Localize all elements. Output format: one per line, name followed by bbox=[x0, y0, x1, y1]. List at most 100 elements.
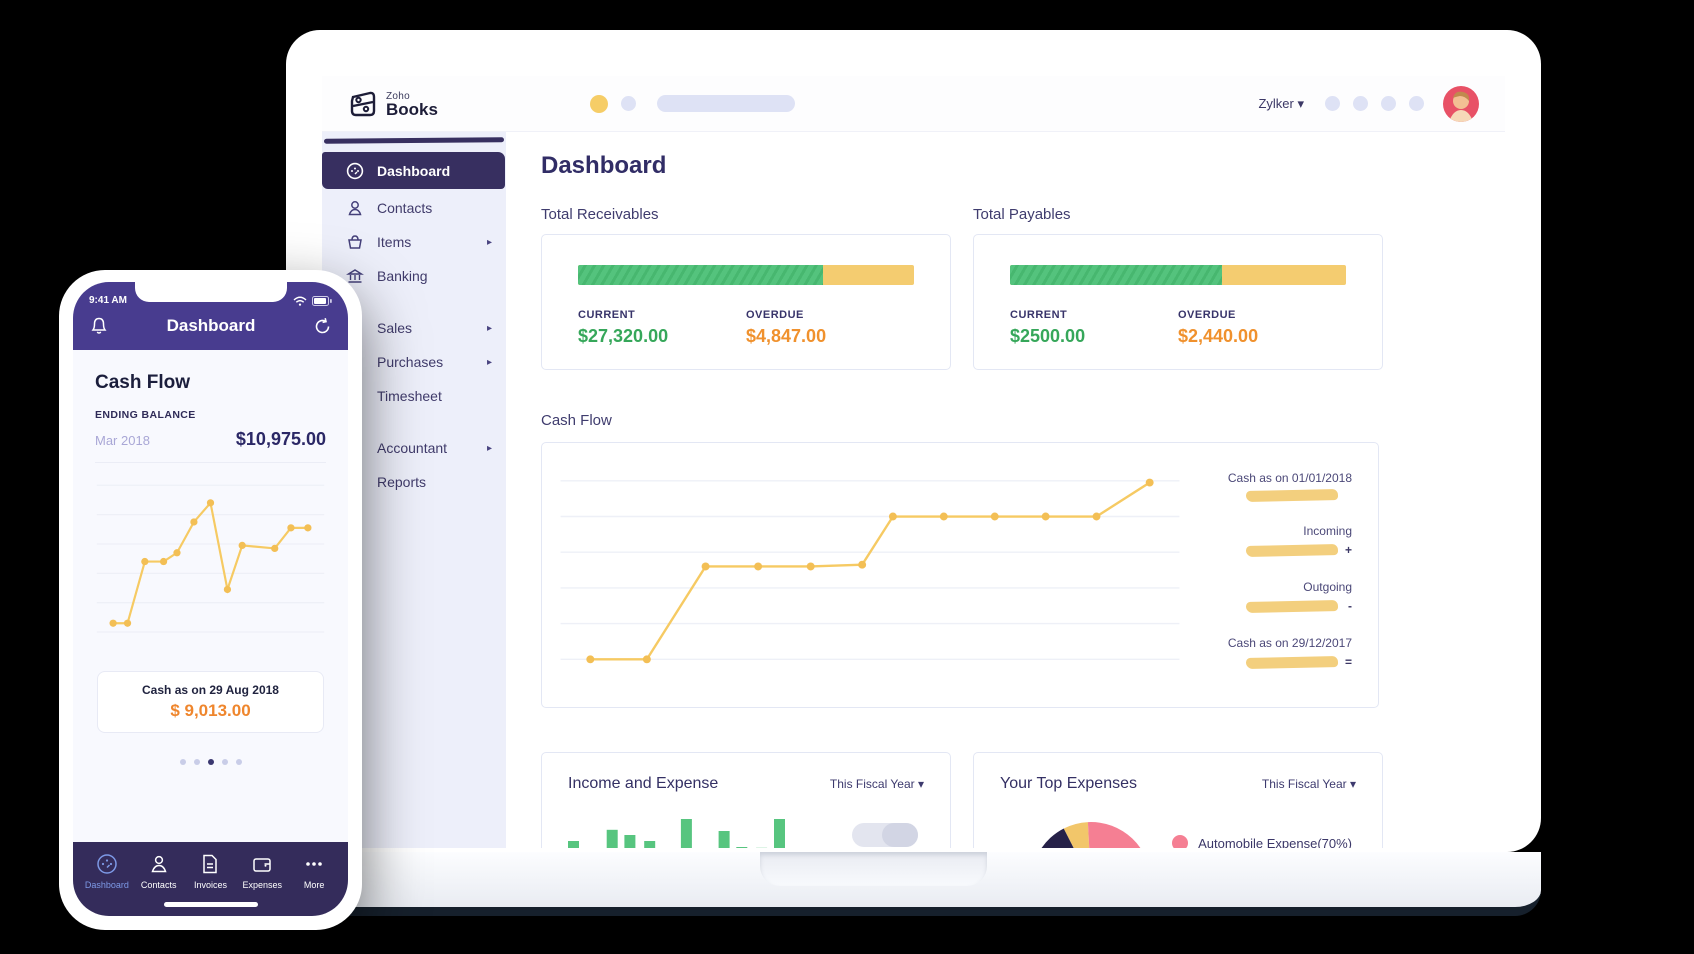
phone-screen: 9:41 AM bbox=[73, 282, 348, 916]
person-icon bbox=[346, 199, 364, 217]
income-expense-card: Income and Expense This Fiscal Year ▾ bbox=[541, 752, 951, 848]
current-value: $27,320.00 bbox=[578, 326, 746, 347]
toggle-knob bbox=[882, 823, 918, 847]
sidebar-item-label: Dashboard bbox=[377, 163, 450, 179]
user-avatar[interactable] bbox=[1443, 86, 1479, 122]
top-expenses-title: Your Top Expenses bbox=[1000, 775, 1137, 793]
pie-legend-item: Automobile Expense(70%) bbox=[1172, 835, 1352, 848]
legend-label: Automobile Expense(70%) bbox=[1198, 836, 1352, 849]
carousel-dot[interactable] bbox=[222, 759, 228, 765]
nav-item-expenses[interactable]: Expenses bbox=[236, 853, 288, 890]
sidebar-item-contacts[interactable]: Contacts bbox=[322, 191, 506, 225]
sidebar-item-label: Timesheet bbox=[377, 388, 442, 404]
nav-item-invoices[interactable]: Invoices bbox=[185, 853, 237, 890]
chevron-down-icon: ▾ bbox=[1350, 777, 1356, 791]
receivables-progress bbox=[578, 265, 914, 285]
battery-icon bbox=[312, 296, 332, 306]
overdue-label: OVERDUE bbox=[1178, 309, 1346, 321]
dashboard-gauge-icon bbox=[346, 162, 364, 180]
chevron-down-icon: ▾ bbox=[1297, 96, 1304, 111]
sidebar-item-dashboard[interactable]: Dashboard bbox=[322, 152, 505, 189]
cashflow-legend: Cash as on 01/01/2018 Incoming + Outgoin… bbox=[1184, 457, 1370, 697]
refresh-icon[interactable] bbox=[313, 317, 332, 336]
nav-item-contacts[interactable]: Contacts bbox=[133, 853, 185, 890]
phone-header: 9:41 AM bbox=[73, 282, 348, 350]
topbar-dot bbox=[621, 96, 636, 111]
payables-title: Total Payables bbox=[973, 206, 1383, 223]
topbar-yellow-dot bbox=[590, 95, 608, 113]
app-topbar: Zoho Books Zylker ▾ bbox=[322, 76, 1505, 132]
stage: Zoho Books Zylker ▾ bbox=[0, 0, 1694, 954]
income-expense-toggle[interactable] bbox=[852, 823, 918, 847]
laptop-frame: Zoho Books Zylker ▾ bbox=[286, 30, 1541, 852]
legend-item: Outgoing - bbox=[1184, 580, 1352, 613]
chevron-right-icon: ▸ bbox=[487, 237, 492, 248]
dashboard-gauge-icon bbox=[96, 853, 118, 875]
phone-page-title: Dashboard bbox=[109, 316, 313, 336]
legend-scribble bbox=[1246, 656, 1338, 669]
ending-balance-value: $10,975.00 bbox=[236, 429, 326, 450]
sidebar-top-scribble bbox=[324, 137, 504, 144]
bell-icon[interactable] bbox=[89, 316, 109, 336]
phone-cashflow-title: Cash Flow bbox=[95, 372, 326, 394]
document-icon bbox=[199, 853, 221, 875]
overdue-value: $2,440.00 bbox=[1178, 326, 1346, 347]
topbar-action-circle[interactable] bbox=[1409, 96, 1424, 111]
legend-item: Cash as on 01/01/2018 bbox=[1184, 471, 1352, 501]
top-expenses-card: Your Top Expenses This Fiscal Year ▾ Aut… bbox=[973, 752, 1383, 848]
top-expenses-pie-chart bbox=[1026, 817, 1156, 848]
fiscal-year-filter[interactable]: This Fiscal Year ▾ bbox=[1262, 777, 1356, 791]
topbar-action-circle[interactable] bbox=[1353, 96, 1368, 111]
fiscal-year-filter[interactable]: This Fiscal Year ▾ bbox=[830, 777, 924, 791]
carousel-dots[interactable] bbox=[95, 759, 326, 765]
nav-item-dashboard[interactable]: Dashboard bbox=[81, 853, 133, 890]
nav-item-more[interactable]: More bbox=[288, 853, 340, 890]
cashflow-title: Cash Flow bbox=[541, 412, 1505, 429]
ellipsis-icon bbox=[303, 853, 325, 875]
carousel-dot-active[interactable] bbox=[208, 759, 214, 765]
chevron-right-icon: ▸ bbox=[487, 323, 492, 334]
month-label: Mar 2018 bbox=[95, 433, 150, 448]
cashflow-card: Cash as on 01/01/2018 Incoming + Outgoin… bbox=[541, 442, 1379, 708]
ending-balance-label: ENDING BALANCE bbox=[95, 409, 326, 421]
zoho-books-logo: Zoho Books bbox=[348, 89, 438, 119]
cash-as-on-label: Cash as on 29 Aug 2018 bbox=[106, 683, 315, 697]
laptop-screen: Zoho Books Zylker ▾ bbox=[322, 76, 1505, 848]
cashflow-line-chart bbox=[556, 457, 1184, 697]
cash-as-on-value: $ 9,013.00 bbox=[106, 701, 315, 721]
carousel-dot[interactable] bbox=[180, 759, 186, 765]
sidebar-item-label: Reports bbox=[377, 474, 426, 490]
laptop-base bbox=[286, 852, 1541, 916]
overdue-label: OVERDUE bbox=[746, 309, 914, 321]
payables-progress bbox=[1010, 265, 1346, 285]
payables-card: CURRENT $2500.00 OVERDUE $2,440.00 bbox=[973, 234, 1383, 370]
receivables-title: Total Receivables bbox=[541, 206, 951, 223]
payables-progress-current bbox=[1010, 265, 1222, 285]
laptop-trackpad-notch bbox=[760, 852, 987, 886]
org-switcher[interactable]: Zylker ▾ bbox=[1258, 96, 1304, 112]
logo-books-text: Books bbox=[386, 102, 438, 117]
legend-item: Incoming + bbox=[1184, 524, 1352, 557]
phone-content: Cash Flow ENDING BALANCE Mar 2018 $10,97… bbox=[73, 350, 348, 916]
phone-notch bbox=[135, 282, 287, 302]
topbar-action-circle[interactable] bbox=[1325, 96, 1340, 111]
sidebar-item-label: Banking bbox=[377, 268, 428, 284]
sidebar-item-label: Sales bbox=[377, 320, 412, 336]
receivables-card: CURRENT $27,320.00 OVERDUE $4,847.00 bbox=[541, 234, 951, 370]
sidebar-item-label: Contacts bbox=[377, 200, 432, 216]
sidebar-item-items[interactable]: Items ▸ bbox=[322, 225, 506, 259]
cash-as-on-card: Cash as on 29 Aug 2018 $ 9,013.00 bbox=[97, 671, 324, 733]
topbar-action-circle[interactable] bbox=[1381, 96, 1396, 111]
current-label: CURRENT bbox=[578, 309, 746, 321]
carousel-dot[interactable] bbox=[194, 759, 200, 765]
carousel-dot[interactable] bbox=[236, 759, 242, 765]
phone-cashflow-line-chart bbox=[95, 465, 326, 665]
zoho-books-logo-icon bbox=[348, 89, 378, 119]
person-icon bbox=[148, 853, 170, 875]
current-label: CURRENT bbox=[1010, 309, 1178, 321]
home-indicator[interactable] bbox=[164, 902, 258, 907]
overdue-value: $4,847.00 bbox=[746, 326, 914, 347]
home-indicator-area bbox=[73, 896, 348, 916]
topbar-search-placeholder[interactable] bbox=[657, 95, 795, 112]
legend-scribble bbox=[1246, 600, 1338, 613]
